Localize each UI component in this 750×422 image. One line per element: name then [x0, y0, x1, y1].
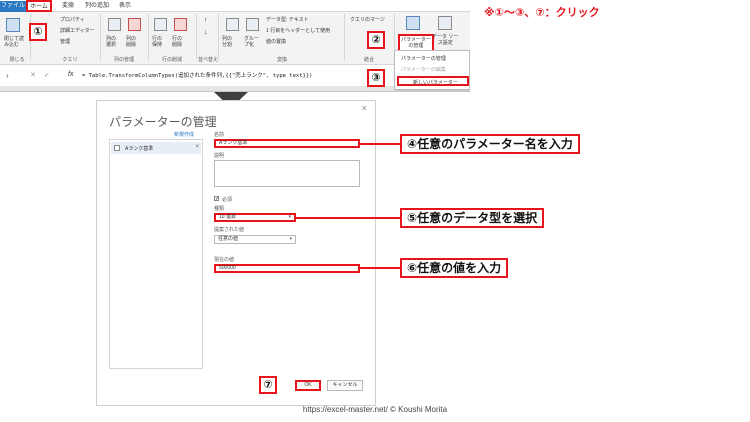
check-icon[interactable]: ✓ [44, 71, 50, 79]
keep-rows-button[interactable]: 行の 保持 [152, 36, 162, 48]
tab-view[interactable]: 表示 [114, 1, 136, 12]
ribbon-separator [344, 14, 345, 60]
suggested-values-label: 提案された値 [214, 227, 245, 233]
remove-columns-icon [128, 18, 141, 31]
required-label: 必須 [222, 197, 233, 203]
manage-parameters-icon [406, 16, 420, 30]
group-by-button[interactable]: グルー プ化 [244, 36, 259, 48]
properties-button[interactable]: プロパティ [60, 17, 85, 23]
callout-4: ④任意のパラメーター名を入力 [400, 134, 580, 154]
replace-values-button[interactable]: 値の置換 [266, 39, 286, 45]
group-label-transform: 変換 [276, 57, 287, 63]
fx-label: fx [68, 71, 74, 78]
menu-item-manage-parameters[interactable]: パラメーターの管理 [401, 55, 446, 62]
group-label-manage-columns: 列の管理 [113, 57, 134, 63]
callout-5: ⑤任意のデータ型を選択 [400, 208, 545, 228]
group-label-sort: 並べ替え [197, 57, 218, 63]
new-parameter-link[interactable]: 新規作成 [174, 131, 194, 138]
sort-descending-icon[interactable]: ↓ [204, 29, 208, 36]
manage-parameters-menu: パラメーターの管理 パラメーターの編集 新しいパラメーター [394, 50, 470, 90]
type-select[interactable]: 10 進数 ▾ [214, 213, 296, 222]
split-column-icon [226, 18, 239, 31]
data-type-dropdown[interactable]: データ型: テキスト [266, 17, 309, 23]
description-field[interactable] [214, 160, 360, 187]
choose-columns-icon [108, 18, 121, 31]
close-load-button[interactable]: 閉じて読 み込む [4, 36, 24, 48]
data-source-settings-button[interactable]: データ ソー ス設定 [432, 34, 458, 46]
remove-icon[interactable]: × [195, 144, 199, 150]
advanced-editor-button[interactable]: 詳細エディター [60, 28, 95, 34]
suggested-values-value: 任意の値 [218, 236, 239, 242]
choose-columns-button[interactable]: 列の 選択 [106, 36, 116, 48]
step-1-marker: ① [29, 23, 47, 41]
site-credit: https://excel-master.net/ © Koushi Morit… [302, 405, 448, 414]
group-label-close: 閉じる [9, 57, 25, 63]
chevron-right-icon[interactable]: › [6, 71, 9, 80]
type-label: 種類 [214, 206, 225, 212]
group-label-reduce-rows: 行の削減 [161, 57, 182, 63]
ribbon-separator [148, 14, 149, 60]
tab-home[interactable]: ホーム [26, 0, 52, 12]
group-label-query: クエリ [62, 57, 78, 63]
cancel-button[interactable]: キャンセル [327, 380, 363, 391]
ribbon-separator [196, 14, 197, 60]
remove-columns-button[interactable]: 列の 削除 [126, 36, 136, 48]
ribbon-tab-bar: ファイル ホーム 変換 列の追加 表示 [0, 0, 470, 12]
cancel-icon[interactable]: ✕ [30, 71, 36, 79]
ribbon-separator [218, 14, 219, 60]
power-query-ribbon: ファイル ホーム 変換 列の追加 表示 閉じて読 み込む プロパティ 詳細エディ… [0, 0, 470, 92]
name-label: 名前 [214, 132, 225, 138]
group-by-icon [246, 18, 259, 31]
current-value-label: 現在の値 [214, 257, 235, 263]
close-icon[interactable]: × [362, 103, 367, 113]
tab-add-column[interactable]: 列の追加 [82, 1, 112, 12]
ok-button[interactable]: OK [295, 380, 321, 391]
list-item-label: Aランク基準 [125, 146, 154, 152]
menu-item-new-parameter[interactable]: 新しいパラメーター [397, 76, 469, 86]
required-checkbox[interactable]: ✓ [214, 196, 219, 202]
parameter-icon [114, 145, 120, 151]
list-item[interactable]: Aランク基準 × [111, 142, 201, 154]
data-source-settings-icon [438, 16, 452, 30]
chevron-down-icon: ▾ [289, 236, 292, 242]
close-load-icon [6, 18, 20, 32]
current-value-field[interactable]: 500000 [214, 264, 360, 273]
sort-ascending-icon[interactable]: ↑ [204, 17, 208, 24]
first-row-header-button[interactable]: 1 行目をヘッダーとして使用 [266, 28, 330, 34]
step-7-marker: ⑦ [259, 376, 277, 394]
type-select-value: 10 進数 [219, 214, 236, 220]
menu-item-edit-parameters: パラメーターの編集 [401, 67, 446, 73]
split-column-button[interactable]: 列の 分割 [222, 36, 232, 48]
callout-4-connector [359, 143, 400, 145]
callout-6: ⑥任意の値を入力 [400, 258, 509, 278]
tab-file[interactable]: ファイル [0, 1, 26, 12]
name-field[interactable]: Aランク基準 [214, 139, 360, 148]
step-3-marker: ③ [367, 69, 385, 87]
instruction-note: ※①～③、⑦：クリック [484, 7, 600, 19]
suggested-values-select[interactable]: 任意の値 ▾ [214, 235, 296, 244]
merge-queries-button[interactable]: クエリのマージ [350, 17, 385, 23]
manage-parameters-dialog: パラメーターの管理 × 新規作成 Aランク基準 × 名前 Aランク基準 説明 ✓… [96, 100, 376, 406]
dialog-title: パラメーターの管理 [109, 115, 217, 129]
ribbon-separator [100, 14, 101, 60]
remove-rows-icon [174, 18, 187, 31]
parameter-list: Aランク基準 × [109, 139, 203, 369]
chevron-down-icon: ▾ [288, 214, 291, 220]
formula-input[interactable]: = Table.TransformColumnTypes(追加された条件列,{{… [82, 71, 312, 79]
callout-5-connector [295, 217, 400, 219]
group-label-combine: 結合 [363, 57, 374, 63]
callout-6-connector [359, 267, 400, 269]
tab-transform[interactable]: 変換 [56, 1, 80, 12]
description-label: 説明 [214, 153, 225, 159]
manage-query-button[interactable]: 管理 [60, 39, 70, 45]
remove-rows-button[interactable]: 行の 削除 [172, 36, 182, 48]
keep-rows-icon [154, 18, 167, 31]
step-2-marker: ② [367, 31, 385, 49]
